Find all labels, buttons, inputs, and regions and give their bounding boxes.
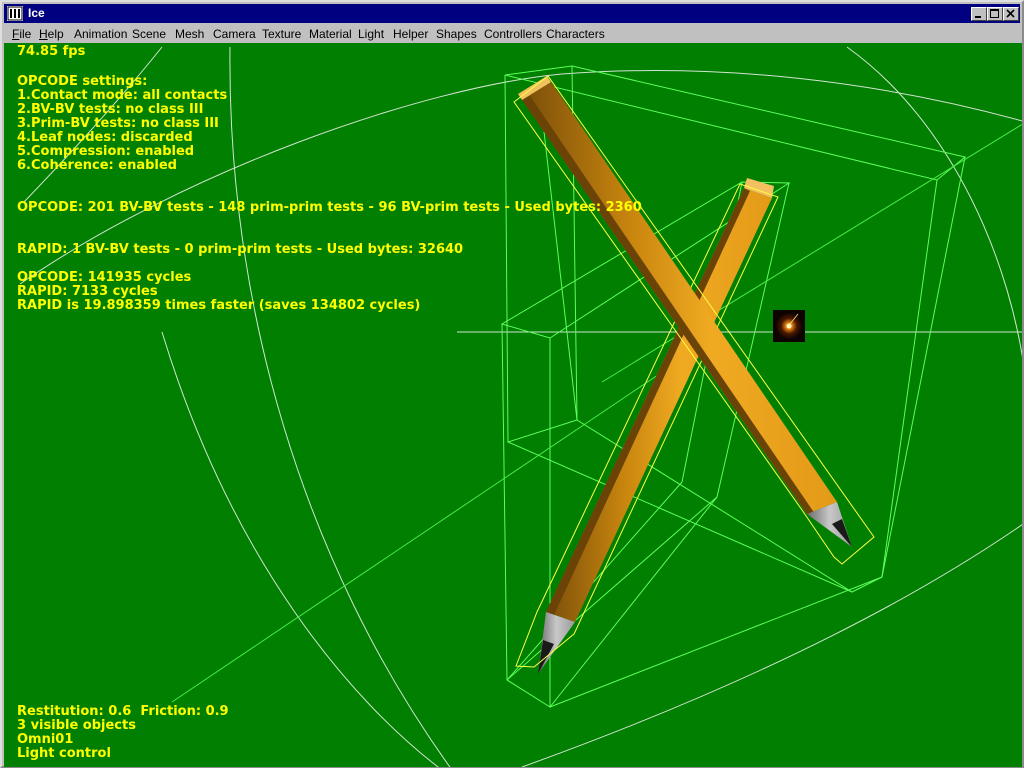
maximize-icon <box>990 9 999 18</box>
menu-animation[interactable]: Animation <box>74 27 127 41</box>
setting-line: 6.Coherence: enabled <box>17 158 177 173</box>
3d-viewport[interactable]: 74.85 fps OPCODE settings: 1.Contact mod… <box>4 43 1022 767</box>
setting-line: 5.Compression: enabled <box>17 144 195 159</box>
menu-camera[interactable]: Camera <box>213 27 256 41</box>
pencil-long <box>513 75 875 565</box>
close-button[interactable] <box>1003 7 1019 21</box>
physics-params: Restitution: 0.6 Friction: 0.9 <box>17 704 229 719</box>
menu-texture[interactable]: Texture <box>262 27 301 41</box>
menu-shapes[interactable]: Shapes <box>436 27 477 41</box>
menu-file-rest: ile <box>19 27 32 41</box>
settings-title: OPCODE settings: <box>17 74 148 89</box>
setting-line: 1.Contact mode: all contacts <box>17 88 228 103</box>
menu-light[interactable]: Light <box>358 27 384 41</box>
setting-line: 2.BV-BV tests: no class III <box>17 102 204 117</box>
control-mode: Light control <box>17 746 111 761</box>
title-bar[interactable]: Ice <box>4 4 1020 23</box>
maximize-button[interactable] <box>987 7 1003 21</box>
menu-characters[interactable]: Characters <box>546 27 605 41</box>
close-icon <box>1006 9 1015 18</box>
menu-controllers[interactable]: Controllers <box>484 27 542 41</box>
visible-objects: 3 visible objects <box>17 718 136 733</box>
menu-mesh[interactable]: Mesh <box>175 27 204 41</box>
omni-light[interactable] <box>773 310 805 342</box>
setting-line: 3.Prim-BV tests: no class III <box>17 116 219 131</box>
menu-scene[interactable]: Scene <box>132 27 166 41</box>
rapid-stats: RAPID: 1 BV-BV tests - 0 prim-prim tests… <box>17 242 464 257</box>
opcode-cycles: OPCODE: 141935 cycles <box>17 270 192 285</box>
selected-object: Omni01 <box>17 732 74 747</box>
menu-file[interactable]: File <box>12 27 31 41</box>
fps-counter: 74.85 fps <box>17 44 86 59</box>
app-icon[interactable] <box>7 6 23 21</box>
setting-line: 4.Leaf nodes: discarded <box>17 130 193 145</box>
menu-bar: File Help Animation Scene Mesh Camera Te… <box>4 24 1020 43</box>
rapid-cycles: RAPID: 7133 cycles <box>17 284 158 299</box>
minimize-button[interactable] <box>971 7 987 21</box>
menu-helper[interactable]: Helper <box>393 27 428 41</box>
window-title: Ice <box>28 6 45 20</box>
menu-material[interactable]: Material <box>309 27 352 41</box>
speed-comparison: RAPID is 19.898359 times faster (saves 1… <box>17 298 421 313</box>
app-window: Ice File Help Animation Scene Mesh Camer… <box>0 0 1024 768</box>
minimize-icon <box>975 16 981 18</box>
menu-help-rest: elp <box>47 27 64 41</box>
menu-help[interactable]: Help <box>39 27 64 41</box>
opcode-stats: OPCODE: 201 BV-BV tests - 148 prim-prim … <box>17 200 642 215</box>
menu-help-mnemonic: H <box>39 27 48 41</box>
